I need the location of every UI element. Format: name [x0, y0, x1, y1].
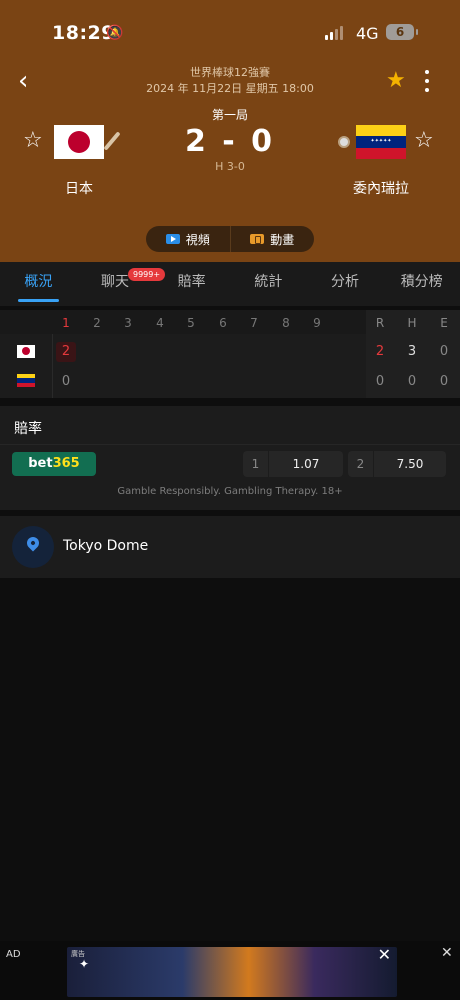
- media-switcher: 視頻 動畫: [146, 226, 314, 252]
- inning-header: 2: [93, 316, 101, 330]
- match-detail-screen: 18:29 🔕 4G 6 ‹ 世界棒球12強賽 2024 年 11月22日 星期…: [0, 0, 460, 1000]
- linescore-table: 1 2 3 4 5 6 7 8 9 R H E 2 2 3 0 0 0 0 0: [0, 310, 460, 398]
- ad-label: AD: [6, 949, 21, 960]
- signal-icon: [325, 26, 343, 40]
- match-header: 18:29 🔕 4G 6 ‹ 世界棒球12強賽 2024 年 11月22日 星期…: [0, 0, 460, 262]
- status-bar: 18:29 🔕 4G 6: [0, 0, 460, 60]
- venezuela-mini-flag-icon: [17, 374, 35, 387]
- inning-header: 1: [62, 316, 70, 330]
- network-type: 4G: [356, 24, 379, 43]
- errors-header: E: [440, 316, 448, 330]
- tab-standings[interactable]: 積分榜: [383, 262, 460, 306]
- odds-option-away[interactable]: 2 7.50: [348, 451, 446, 477]
- tab-analysis[interactable]: 分析: [307, 262, 384, 306]
- odds-option-value: 1.07: [292, 457, 320, 471]
- tab-stats[interactable]: 統計: [230, 262, 307, 306]
- animation-button[interactable]: 動畫: [229, 226, 315, 252]
- bet365-logo[interactable]: bet365: [12, 452, 96, 476]
- gamble-responsibly-text[interactable]: Gamble Responsibly. Gambling Therapy. 18…: [0, 486, 460, 497]
- venue-icon-container: [12, 526, 54, 568]
- odds-title: 賠率: [14, 421, 42, 437]
- away-team-name[interactable]: 委內瑞拉: [340, 178, 422, 198]
- video-label: 視頻: [185, 232, 210, 247]
- inning-header: 6: [219, 316, 227, 330]
- odds-option-index: 1: [243, 451, 269, 477]
- ad-game-logo: ✦: [79, 957, 90, 971]
- inning-header: 5: [187, 316, 195, 330]
- hits-summary: H 3-0: [215, 160, 245, 173]
- japan-mini-flag-icon: [17, 345, 35, 358]
- animation-icon: [250, 234, 265, 244]
- video-button[interactable]: 視頻: [146, 226, 230, 252]
- current-inning: 第一局: [211, 108, 248, 122]
- venezuela-errors: 0: [439, 374, 449, 389]
- venezuela-inning-1: 0: [61, 374, 71, 389]
- location-pin-icon: [24, 534, 42, 552]
- favorite-star-icon[interactable]: ★: [386, 70, 406, 92]
- silent-bell-icon: 🔕: [106, 25, 124, 41]
- ad-close-icon[interactable]: ✕: [441, 945, 453, 961]
- video-play-icon: [165, 234, 180, 244]
- follow-away-team-star-icon[interactable]: ☆: [414, 130, 434, 152]
- animation-label: 動畫: [270, 232, 295, 247]
- japan-errors: 0: [439, 344, 449, 359]
- ad-banner-image[interactable]: 廣告 ✦ ✕: [67, 947, 397, 997]
- inning-header: 4: [156, 316, 164, 330]
- more-options-icon[interactable]: [424, 70, 430, 92]
- venezuela-flag-icon[interactable]: ✦✦✦✦✦: [356, 125, 406, 159]
- follow-home-team-star-icon[interactable]: ☆: [23, 130, 43, 152]
- chat-count-badge: 9999+: [128, 268, 166, 281]
- japan-hits: 3: [407, 344, 417, 359]
- inning-header: 9: [313, 316, 321, 330]
- inning-header: 7: [250, 316, 258, 330]
- match-tabs: 概況 聊天 賠率 統計 分析 積分榜: [0, 262, 460, 306]
- ad-banner-close-icon[interactable]: ✕: [378, 947, 391, 964]
- japan-inning-1: 2: [61, 344, 71, 359]
- venezuela-hits: 0: [407, 374, 417, 389]
- runs-header: R: [375, 316, 385, 330]
- inning-header: 3: [124, 316, 132, 330]
- odds-option-index: 2: [348, 451, 374, 477]
- japan-runs: 2: [375, 344, 385, 359]
- linescore-divider: [52, 334, 53, 398]
- odds-divider: [0, 444, 460, 445]
- venue-row[interactable]: Tokyo Dome: [0, 516, 460, 578]
- venezuela-runs: 0: [375, 374, 385, 389]
- battery-icon: 6: [386, 24, 418, 40]
- hits-header: H: [407, 316, 417, 330]
- tab-overview[interactable]: 概況: [0, 262, 77, 306]
- tab-odds[interactable]: 賠率: [153, 262, 230, 306]
- odds-option-home[interactable]: 1 1.07: [243, 451, 343, 477]
- japan-flag-icon[interactable]: [54, 125, 104, 159]
- home-team-name[interactable]: 日本: [54, 178, 104, 198]
- ad-bar: AD 廣告 ✦ ✕ ✕: [0, 941, 460, 1000]
- odds-option-value: 7.50: [396, 457, 424, 471]
- odds-card: 賠率 bet365 1 1.07 2 7.50 Gamble Responsib…: [0, 406, 460, 510]
- baseball-icon: [338, 136, 350, 148]
- venue-name: Tokyo Dome: [63, 538, 149, 554]
- inning-header: 8: [282, 316, 290, 330]
